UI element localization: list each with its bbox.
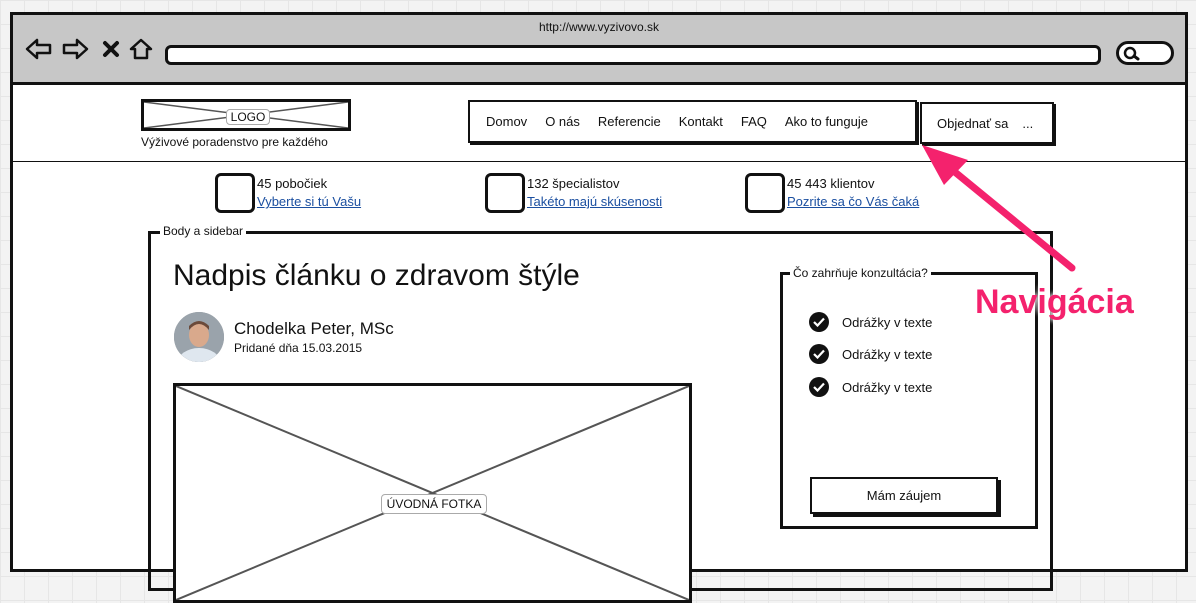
url-title: http://www.vyzivovo.sk [538, 20, 660, 34]
body-container: Body a sidebar Nadpis článku o zdravom š… [148, 224, 1053, 603]
author-avatar [174, 312, 224, 362]
bullet-text: Odrážky v texte [842, 314, 933, 330]
stat-link[interactable]: Vyberte si tú Vašu [257, 194, 361, 209]
bullet-text: Odrážky v texte [842, 379, 933, 395]
stat-icon [215, 173, 255, 213]
stat-branches: 45 pobočiek Vyberte si tú Vašu [215, 173, 415, 217]
browser-toolbar: http://www.vyzivovo.sk [13, 15, 1185, 85]
logo[interactable]: LOGO [141, 99, 351, 131]
stat-title: 45 443 klientov [787, 176, 875, 191]
bullet-text: Odrážky v texte [842, 346, 933, 362]
stat-icon [485, 173, 525, 213]
intro-photo: ÚVODNÁ FOTKA [173, 383, 692, 603]
stat-link[interactable]: Takéto majú skúsenosti [527, 194, 662, 209]
article-headline: Nadpis článku o zdravom štýle [173, 259, 580, 292]
image-placeholder-icon [176, 386, 689, 600]
order-button[interactable]: Objednať sa ... [920, 102, 1054, 144]
nav-item-ako-to-funguje[interactable]: Ako to funguje [785, 114, 868, 129]
address-bar[interactable] [165, 45, 1101, 65]
list-item: Odrážky v texte [809, 376, 932, 398]
body-legend: Body a sidebar [160, 224, 247, 238]
back-icon[interactable] [25, 37, 53, 61]
header-divider [13, 161, 1185, 162]
list-item: Odrážky v texte [809, 343, 932, 365]
stat-title: 132 špecialistov [527, 176, 620, 191]
navigation-annotation: Navigácia [975, 283, 1134, 321]
stat-clients: 45 443 klientov Pozrite sa čo Vás čaká [745, 173, 965, 217]
stat-link[interactable]: Pozrite sa čo Vás čaká [787, 194, 919, 209]
order-button-label: Objednať sa [937, 115, 1009, 131]
interest-button[interactable]: Mám záujem [810, 477, 998, 514]
author-name: Chodelka Peter, MSc [234, 319, 394, 338]
nav-item-referencie[interactable]: Referencie [598, 114, 661, 129]
nav-item-kontakt[interactable]: Kontakt [679, 114, 723, 129]
photo-label: ÚVODNÁ FOTKA [381, 494, 487, 514]
logo-label: LOGO [226, 109, 270, 125]
forward-icon[interactable] [61, 37, 89, 61]
check-icon [809, 377, 829, 397]
sidebar-legend: Čo zahrňuje konzultácia? [790, 266, 931, 280]
nav-item-faq[interactable]: FAQ [741, 114, 767, 129]
check-icon [809, 312, 829, 332]
close-icon[interactable] [97, 37, 125, 61]
list-item: Odrážky v texte [809, 311, 932, 333]
nav-item-domov[interactable]: Domov [486, 114, 527, 129]
home-icon[interactable] [127, 37, 155, 61]
order-more-label: ... [1022, 115, 1034, 131]
stat-icon [745, 173, 785, 213]
tagline: Výživové poradenstvo pre každého [141, 135, 328, 149]
search-icon [1123, 46, 1140, 61]
publish-date: Pridané dňa 15.03.2015 [234, 341, 363, 355]
nav-item-o-nas[interactable]: O nás [545, 114, 580, 129]
stat-specialists: 132 špecialistov Takéto majú skúsenosti [485, 173, 705, 217]
check-icon [809, 344, 829, 364]
stat-title: 45 pobočiek [257, 176, 328, 191]
search-field[interactable] [1116, 41, 1174, 65]
main-navigation: Domov O nás Referencie Kontakt FAQ Ako t… [468, 100, 917, 143]
